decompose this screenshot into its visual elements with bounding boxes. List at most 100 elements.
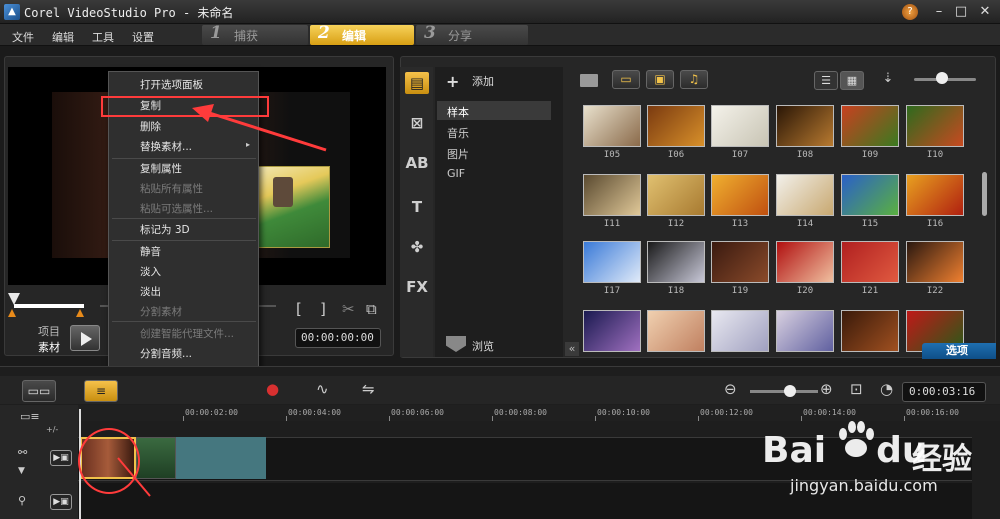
video-clip[interactable] (136, 437, 176, 479)
library-thumbnail[interactable] (776, 105, 834, 147)
library-scrollbar[interactable] (982, 172, 987, 216)
library-thumbnail[interactable] (711, 310, 769, 352)
filter-audio-button[interactable]: ♫ (680, 70, 708, 89)
text-icon[interactable]: AB (405, 152, 429, 174)
chevron-down-icon[interactable]: ▼ (18, 466, 25, 476)
context-menu-item[interactable]: 复制属性 (140, 161, 182, 176)
video-track-icon[interactable]: ▶▣ (50, 450, 72, 466)
library-thumbnail[interactable] (776, 310, 834, 352)
overlay-track-icon[interactable]: ▶▣ (50, 494, 72, 510)
project-length-timecode[interactable]: 0:00:03:16 (902, 382, 986, 402)
step-edit-tab[interactable]: 2 编辑 (310, 23, 414, 45)
audio-mixer-icon[interactable]: ∿ (316, 380, 329, 398)
fx-icon[interactable]: FX (405, 276, 429, 298)
library-thumbnail[interactable] (711, 105, 769, 147)
library-thumbnail[interactable] (906, 105, 964, 147)
library-thumbnail[interactable] (841, 174, 899, 216)
step-capture-tab[interactable]: 1 捕获 (202, 23, 308, 45)
transition-icon[interactable]: ⊠ (405, 112, 429, 134)
zoom-in-icon[interactable]: ⊕ (820, 380, 833, 398)
thumbnail-view-button[interactable]: ▦ (840, 71, 864, 90)
menu-file[interactable]: 文件 (12, 29, 34, 45)
library-thumbnail[interactable] (583, 105, 641, 147)
library-thumbnail[interactable] (647, 174, 705, 216)
library-thumbnail[interactable] (906, 241, 964, 283)
graphic-icon[interactable]: ✤ (405, 236, 429, 258)
storyboard-view-button[interactable]: ▭▭ (22, 380, 56, 402)
context-menu-item[interactable]: 替换素材... (140, 139, 192, 154)
filter-image-button[interactable]: ▣ (646, 70, 674, 89)
fit-project-icon[interactable]: ⊡ (850, 380, 863, 398)
track-lock-icon[interactable]: ⚲ (18, 494, 26, 507)
record-icon[interactable]: ● (266, 380, 279, 398)
library-thumbnail[interactable] (841, 105, 899, 147)
timeline-view-button[interactable]: ≡ (84, 380, 118, 402)
context-menu-item[interactable]: 删除 (140, 119, 161, 134)
help-icon[interactable]: ? (902, 4, 918, 20)
context-menu-item[interactable]: 淡入 (140, 264, 161, 279)
library-thumbnail[interactable] (647, 310, 705, 352)
library-thumbnail[interactable] (583, 310, 641, 352)
library-thumbnail[interactable] (841, 241, 899, 283)
mode-clip-label[interactable]: 素材 (38, 339, 60, 355)
thumbnail-label: I14 (796, 219, 814, 229)
nav-item-image[interactable]: 图片 (447, 146, 469, 162)
paw-icon (839, 421, 874, 457)
track-add-remove[interactable]: +/- (46, 425, 58, 434)
thumb-size-slider-knob[interactable] (936, 72, 948, 84)
sort-icon[interactable]: ⇣ (877, 71, 899, 91)
play-button[interactable] (70, 325, 100, 351)
folder-icon[interactable] (580, 74, 598, 87)
menu-edit[interactable]: 编辑 (52, 29, 74, 45)
library-thumbnail[interactable] (647, 105, 705, 147)
maximize-button[interactable]: □ (950, 3, 972, 21)
track-link-icon[interactable]: ⚯ (18, 446, 27, 459)
library-thumbnail[interactable] (776, 174, 834, 216)
nav-item-music[interactable]: 音乐 (447, 125, 469, 141)
mark-in-button[interactable]: [ (296, 300, 302, 318)
library-thumbnail[interactable] (583, 174, 641, 216)
options-tab[interactable]: 选项 ︽ (922, 343, 996, 373)
menu-tools[interactable]: 工具 (92, 29, 114, 45)
library-thumbnail[interactable] (711, 174, 769, 216)
library-thumbnail[interactable] (776, 241, 834, 283)
close-button[interactable]: ✕ (974, 3, 996, 21)
menu-settings[interactable]: 设置 (132, 29, 154, 45)
context-menu-item[interactable]: 标记为 3D (140, 222, 190, 237)
library-thumbnail[interactable] (906, 174, 964, 216)
library-thumbnail[interactable] (711, 241, 769, 283)
track-manager-icon[interactable]: ▭≡ (20, 410, 40, 423)
mode-project-label[interactable]: 项目 (38, 323, 60, 339)
browse-button[interactable]: 浏览 (472, 338, 494, 354)
add-icon[interactable]: + (446, 72, 459, 91)
add-button[interactable]: 添加 (472, 73, 494, 89)
zoom-out-icon[interactable]: ⊖ (724, 380, 737, 398)
video-clip[interactable] (176, 437, 266, 479)
context-menu-item[interactable]: 淡出 (140, 284, 161, 299)
instant-project-icon[interactable]: ▤ (405, 72, 429, 94)
collapse-nav-button[interactable]: « (565, 342, 579, 356)
scrubber-selection[interactable] (14, 304, 84, 308)
ruler-tick-label: 00:00:04:00 (288, 408, 341, 417)
nav-item-sample[interactable]: 样本 (447, 104, 469, 120)
list-view-button[interactable]: ☰ (814, 71, 838, 90)
preview-timecode[interactable]: 00:00:00:00 (295, 328, 381, 348)
library-thumbnail[interactable] (647, 241, 705, 283)
minimize-button[interactable]: – (928, 3, 950, 21)
nav-item-gif[interactable]: GIF (447, 167, 465, 180)
step-label: 编辑 (342, 29, 367, 43)
context-menu-item[interactable]: 打开选项面板 (140, 77, 203, 92)
copy-icon[interactable]: ⧉ (366, 300, 377, 318)
ruler-tick (904, 416, 905, 421)
step-share-tab[interactable]: 3 分享 (416, 23, 528, 45)
filter-video-button[interactable]: ▭ (612, 70, 640, 89)
zoom-slider-knob[interactable] (784, 385, 796, 397)
cut-icon[interactable]: ✂ (342, 300, 355, 318)
mark-out-button[interactable]: ] (320, 300, 326, 318)
library-thumbnail[interactable] (583, 241, 641, 283)
title-icon[interactable]: T (405, 196, 429, 218)
context-menu-item[interactable]: 分割音频... (140, 346, 192, 361)
auto-music-icon[interactable]: ⇋ (362, 380, 375, 398)
context-menu-item[interactable]: 静音 (140, 244, 161, 259)
library-thumbnail[interactable] (841, 310, 899, 352)
